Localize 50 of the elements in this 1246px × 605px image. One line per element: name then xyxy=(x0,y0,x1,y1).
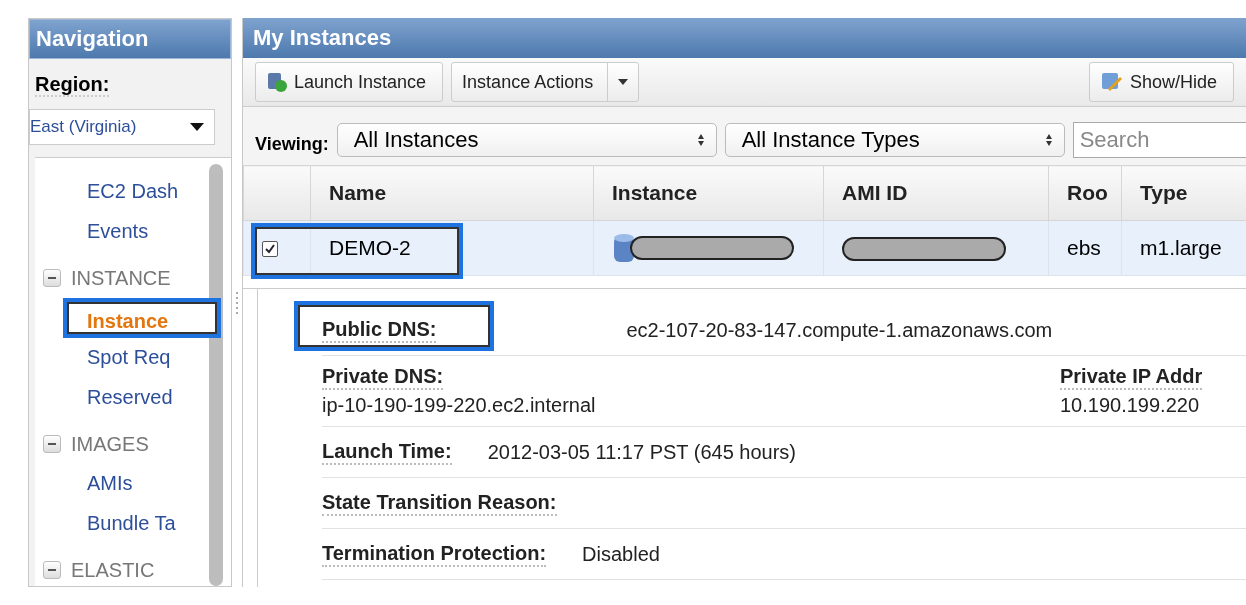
field-value: 10.190.199.220 xyxy=(1060,394,1201,417)
actions-dropdown[interactable]: Instance Actions xyxy=(451,62,640,102)
filter-select[interactable]: All Instances xyxy=(336,123,717,157)
nav-link[interactable]: Bundle Ta xyxy=(83,504,180,544)
launch-button[interactable]: Launch Instance xyxy=(255,62,444,102)
collapse-icon[interactable] xyxy=(43,561,61,579)
field-label: Launch Time: xyxy=(322,439,452,465)
nav-section[interactable]: IMAGES xyxy=(71,432,149,456)
column-header[interactable]: Instance xyxy=(593,165,824,221)
field-label: Private IP Addr xyxy=(1060,365,1203,390)
nav-link[interactable]: Reserved xyxy=(83,378,177,418)
column-header[interactable]: AMI ID xyxy=(823,165,1049,221)
nav-link[interactable]: Spot Req xyxy=(83,338,175,378)
field-value: Disabled xyxy=(582,542,660,566)
nav-section[interactable]: ELASTIC xyxy=(71,558,155,582)
columns-pencil-icon xyxy=(1099,71,1124,93)
stepper-icon xyxy=(1045,134,1052,146)
nav-link[interactable]: EC2 Dash xyxy=(83,172,183,212)
field-label: Private DNS: xyxy=(322,365,444,390)
field-label: State Transition Reason: xyxy=(322,490,557,516)
field-label: Public DNS: xyxy=(322,317,437,343)
show-hide-button[interactable]: Show/Hide xyxy=(1088,62,1234,102)
field-value: ip-10-190-199-220.ec2.internal xyxy=(322,394,597,417)
field-value: ec2-107-20-83-147.compute-1.amazonaws.com xyxy=(626,318,1053,342)
scrollbar[interactable] xyxy=(209,164,223,586)
filter-select[interactable]: All Instance Types xyxy=(724,123,1065,157)
nav-link[interactable]: Events xyxy=(83,212,153,252)
caret-icon xyxy=(190,123,204,131)
table-cell: ebs xyxy=(1048,220,1122,276)
database-icon xyxy=(612,232,636,264)
column-header[interactable]: Type xyxy=(1121,165,1246,221)
panel-title: My Instances xyxy=(243,18,1246,58)
collapse-icon[interactable] xyxy=(43,269,61,287)
nav-link[interactable]: AMIs xyxy=(83,464,137,504)
server-add-icon xyxy=(266,71,288,93)
field-label: Termination Protection: xyxy=(322,541,547,567)
panel-title: Navigation xyxy=(29,19,231,59)
caret-icon xyxy=(618,79,629,85)
region-label: Region: xyxy=(35,73,110,97)
region-select[interactable]: East (Virginia) xyxy=(29,109,215,145)
stepper-icon xyxy=(697,134,704,146)
search-field[interactable]: Search xyxy=(1072,122,1246,158)
filter-label: Viewing: xyxy=(255,133,329,155)
collapse-icon[interactable] xyxy=(43,435,61,453)
nav-section[interactable]: INSTANCE xyxy=(71,266,171,290)
column-header[interactable]: Roo xyxy=(1048,165,1122,221)
table-cell: m1.large xyxy=(1121,220,1246,276)
field-value: 2012-03-05 11:17 PST (645 hours) xyxy=(487,440,796,464)
row-checkbox[interactable] xyxy=(262,241,278,258)
column-header[interactable]: Name xyxy=(310,165,594,221)
